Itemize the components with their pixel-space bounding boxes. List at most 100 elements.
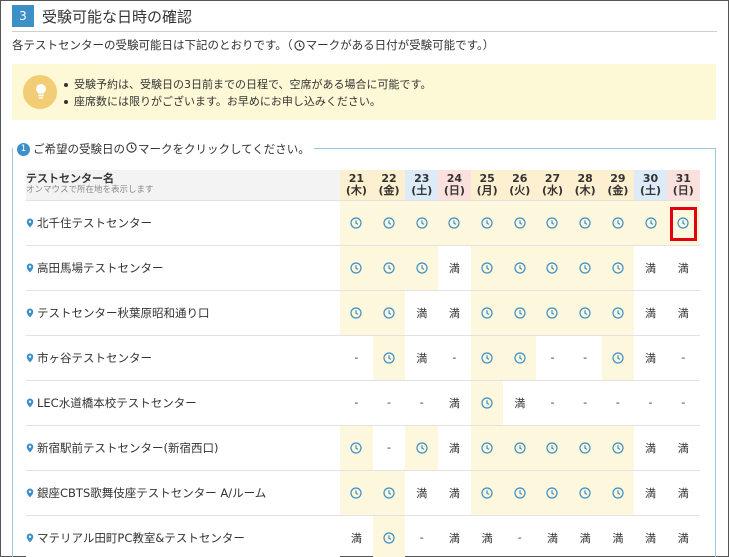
clock-icon[interactable] — [514, 487, 526, 499]
center-name[interactable]: テストセンター秋葉原昭和通り口 — [37, 306, 210, 320]
available-date-cell[interactable] — [405, 245, 439, 291]
available-date-cell[interactable] — [405, 200, 439, 246]
clock-icon[interactable] — [579, 217, 591, 229]
clock-icon[interactable] — [481, 307, 493, 319]
available-date-cell[interactable] — [634, 200, 667, 246]
clock-icon[interactable] — [612, 217, 624, 229]
clock-icon[interactable] — [546, 307, 559, 319]
center-name-cell[interactable]: テストセンター秋葉原昭和通り口 — [26, 290, 340, 336]
available-date-cell[interactable] — [470, 470, 504, 516]
available-date-cell[interactable] — [601, 425, 635, 471]
available-date-cell[interactable] — [536, 245, 569, 291]
available-date-cell[interactable] — [405, 425, 439, 471]
clock-icon[interactable] — [612, 307, 624, 319]
clock-icon[interactable] — [612, 442, 624, 454]
clock-icon[interactable] — [514, 262, 526, 274]
available-date-cell[interactable] — [601, 245, 635, 291]
available-date-cell[interactable] — [568, 200, 602, 246]
available-date-cell[interactable] — [536, 470, 569, 516]
clock-icon[interactable] — [612, 262, 624, 274]
available-date-cell[interactable] — [372, 335, 406, 381]
center-name[interactable]: 高田馬場テストセンター — [37, 261, 164, 275]
available-date-cell[interactable] — [340, 290, 373, 336]
clock-icon[interactable] — [514, 217, 526, 229]
clock-icon[interactable] — [546, 262, 559, 274]
clock-icon[interactable] — [579, 442, 591, 454]
clock-icon[interactable] — [579, 307, 591, 319]
available-date-cell[interactable] — [372, 200, 406, 246]
clock-icon[interactable] — [383, 352, 395, 364]
clock-icon[interactable] — [383, 217, 395, 229]
clock-icon[interactable] — [481, 397, 493, 409]
center-name[interactable]: マテリアル田町PC教室&テストセンター — [37, 531, 245, 545]
center-name-cell[interactable]: 北千住テストセンター — [26, 200, 340, 246]
clock-icon[interactable] — [514, 442, 526, 454]
available-date-cell[interactable] — [470, 380, 504, 426]
available-date-cell[interactable] — [568, 290, 602, 336]
clock-icon[interactable] — [383, 532, 395, 544]
available-date-cell[interactable] — [503, 245, 537, 291]
available-date-cell[interactable] — [470, 200, 504, 246]
clock-icon[interactable] — [579, 262, 591, 274]
available-date-cell[interactable] — [601, 290, 635, 336]
clock-icon[interactable] — [677, 217, 689, 229]
clock-icon[interactable] — [350, 217, 362, 229]
center-name-cell[interactable]: 新宿駅前テストセンター(新宿西口) — [26, 425, 340, 471]
clock-icon[interactable] — [481, 442, 493, 454]
clock-icon[interactable] — [514, 352, 526, 364]
clock-icon[interactable] — [546, 487, 559, 499]
center-name[interactable]: 北千住テストセンター — [37, 216, 152, 230]
available-date-cell[interactable] — [601, 335, 635, 381]
available-date-cell[interactable] — [568, 470, 602, 516]
clock-icon[interactable] — [383, 487, 395, 499]
available-date-cell[interactable] — [536, 290, 569, 336]
clock-icon[interactable] — [350, 262, 362, 274]
available-date-cell[interactable] — [666, 200, 700, 246]
clock-icon[interactable] — [481, 262, 493, 274]
center-name-cell[interactable]: 市ヶ谷テストセンター — [26, 335, 340, 381]
center-name-cell[interactable]: 銀座CBTS歌舞伎座テストセンター A/ルーム — [26, 470, 340, 516]
available-date-cell[interactable] — [340, 245, 373, 291]
available-date-cell[interactable] — [601, 200, 635, 246]
clock-icon[interactable] — [644, 217, 657, 229]
center-name-cell[interactable]: 高田馬場テストセンター — [26, 245, 340, 291]
center-name[interactable]: 新宿駅前テストセンター(新宿西口) — [37, 441, 218, 455]
available-date-cell[interactable] — [470, 245, 504, 291]
clock-icon[interactable] — [448, 217, 461, 229]
available-date-cell[interactable] — [568, 425, 602, 471]
available-date-cell[interactable] — [503, 470, 537, 516]
clock-icon[interactable] — [350, 487, 362, 499]
clock-icon[interactable] — [350, 307, 362, 319]
center-name[interactable]: 市ヶ谷テストセンター — [37, 351, 152, 365]
available-date-cell[interactable] — [438, 200, 471, 246]
clock-icon[interactable] — [612, 487, 624, 499]
available-date-cell[interactable] — [503, 335, 537, 381]
available-date-cell[interactable] — [372, 515, 406, 557]
available-date-cell[interactable] — [470, 425, 504, 471]
center-name[interactable]: LEC水道橋本校テストセンター — [37, 396, 197, 410]
available-date-cell[interactable] — [470, 335, 504, 381]
available-date-cell[interactable] — [372, 470, 406, 516]
available-date-cell[interactable] — [340, 200, 373, 246]
clock-icon[interactable] — [481, 217, 493, 229]
available-date-cell[interactable] — [372, 245, 406, 291]
clock-icon[interactable] — [350, 442, 362, 454]
available-date-cell[interactable] — [536, 200, 569, 246]
available-date-cell[interactable] — [470, 290, 504, 336]
available-date-cell[interactable] — [536, 425, 569, 471]
clock-icon[interactable] — [546, 217, 559, 229]
center-name-cell[interactable]: LEC水道橋本校テストセンター — [26, 380, 340, 426]
available-date-cell[interactable] — [340, 470, 373, 516]
clock-icon[interactable] — [416, 442, 428, 454]
available-date-cell[interactable] — [503, 290, 537, 336]
clock-icon[interactable] — [416, 262, 428, 274]
center-name-cell[interactable]: マテリアル田町PC教室&テストセンター — [26, 515, 340, 557]
available-date-cell[interactable] — [340, 425, 373, 471]
available-date-cell[interactable] — [503, 200, 537, 246]
available-date-cell[interactable] — [503, 425, 537, 471]
available-date-cell[interactable] — [568, 245, 602, 291]
center-name[interactable]: 銀座CBTS歌舞伎座テストセンター A/ルーム — [37, 486, 266, 500]
available-date-cell[interactable] — [601, 470, 635, 516]
clock-icon[interactable] — [481, 487, 493, 499]
available-date-cell[interactable] — [372, 290, 406, 336]
